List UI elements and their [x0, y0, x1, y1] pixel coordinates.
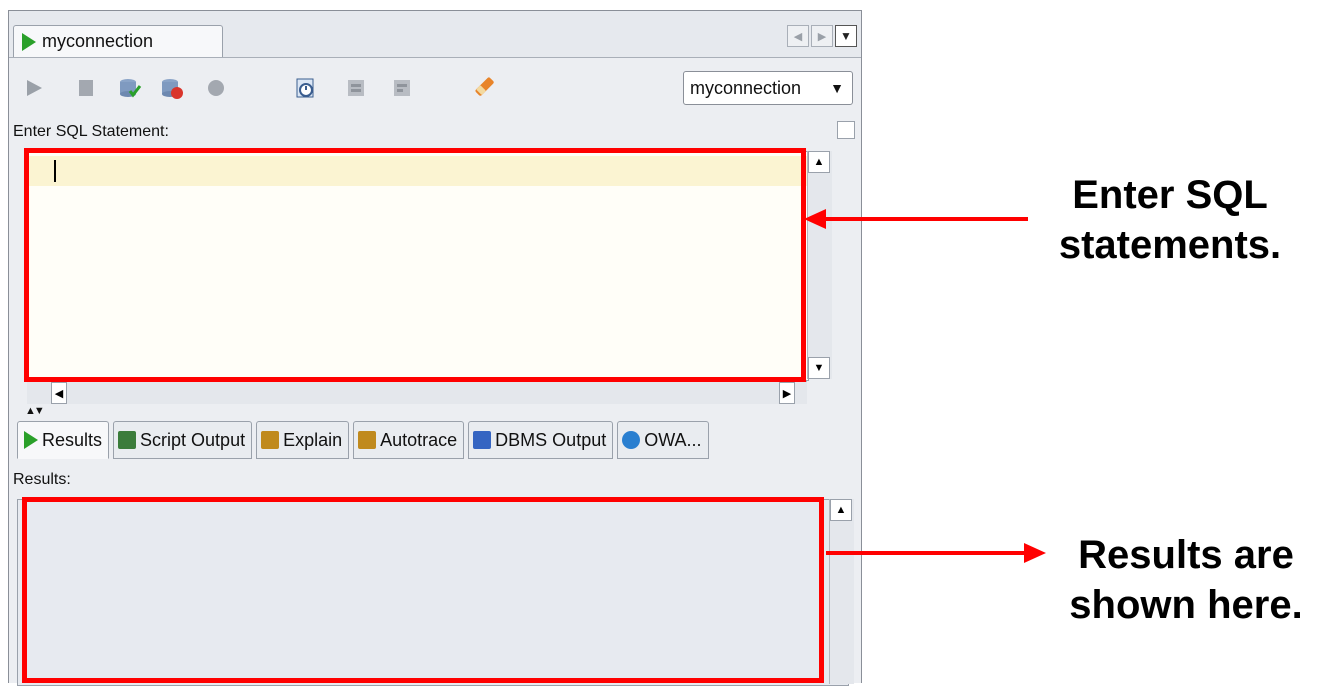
splitter-arrows-icon[interactable]: ▲▼ — [25, 405, 45, 417]
explain-plan-icon[interactable] — [343, 75, 369, 101]
scroll-right-icon[interactable]: ▶ — [779, 382, 795, 404]
scroll-up-icon[interactable]: ▲ — [830, 499, 852, 521]
results-label: Results: — [13, 471, 71, 488]
connection-value: myconnection — [690, 77, 802, 98]
tab-navigation: ◀ ▶ ▼ — [787, 25, 857, 47]
tab-myconnection[interactable]: myconnection — [13, 25, 223, 57]
editor-horizontal-scrollbar[interactable]: ◀ ▶ — [27, 381, 807, 404]
editor-label: Enter SQL Statement: — [13, 123, 169, 140]
autotrace-icon — [358, 431, 377, 449]
tab-label: Explain — [283, 429, 343, 450]
results-highlight-box — [22, 497, 824, 683]
results-note: Results are shown here. — [1030, 530, 1342, 630]
results-tab-bar: Results Script Output Explain Autotrace … — [17, 421, 709, 461]
editor-arrow-line — [818, 217, 1028, 221]
explain-icon — [261, 431, 280, 449]
script-icon — [118, 431, 137, 449]
tab-owa[interactable]: OWA... — [617, 421, 709, 459]
sql-history-icon[interactable] — [293, 75, 319, 101]
results-note-line1: Results are — [1078, 533, 1294, 577]
tab-label: myconnection — [42, 31, 154, 51]
connection-select[interactable]: myconnection ▼ — [683, 71, 853, 105]
cancel-icon[interactable] — [203, 75, 229, 101]
scroll-left-icon[interactable]: ◀ — [51, 382, 67, 404]
results-arrow-line — [826, 551, 1032, 555]
run-statement-icon[interactable] — [21, 75, 47, 101]
scroll-left-icon[interactable]: ◀ — [787, 25, 809, 47]
editor-note: Enter SQL statements. — [1000, 170, 1340, 270]
tab-autotrace[interactable]: Autotrace — [353, 421, 465, 459]
autotrace-icon[interactable] — [389, 75, 415, 101]
editor-note-line2: statements. — [1058, 223, 1282, 267]
chevron-down-icon: ▼ — [830, 80, 844, 96]
run-icon — [22, 32, 36, 51]
tab-script-output[interactable]: Script Output — [113, 421, 253, 459]
rollback-icon[interactable] — [159, 75, 185, 101]
clear-icon[interactable] — [473, 75, 499, 101]
tab-label: Autotrace — [380, 429, 458, 450]
editor-vertical-scrollbar[interactable]: ▲ ▼ — [807, 151, 832, 379]
tab-label: OWA... — [644, 429, 702, 450]
scroll-down-icon[interactable]: ▼ — [808, 357, 830, 379]
editor-checkbox[interactable] — [837, 121, 855, 139]
results-note-line2: shown here. — [1069, 583, 1303, 627]
results-vertical-scrollbar[interactable]: ▲ — [829, 499, 854, 684]
commit-icon[interactable] — [117, 75, 143, 101]
tab-explain[interactable]: Explain — [256, 421, 350, 459]
scroll-up-icon[interactable]: ▲ — [808, 151, 830, 173]
run-icon — [24, 431, 38, 449]
tab-label: DBMS Output — [495, 429, 607, 450]
editor-highlight-box — [24, 148, 806, 382]
tab-list-dropdown-icon[interactable]: ▼ — [835, 25, 857, 47]
tab-results[interactable]: Results — [17, 421, 110, 459]
dbms-icon — [473, 431, 492, 449]
tab-dbms-output[interactable]: DBMS Output — [468, 421, 614, 459]
tab-label: Results — [42, 429, 103, 450]
document-tab-strip: myconnection ◀ ▶ ▼ — [9, 11, 861, 58]
owa-icon — [622, 431, 641, 449]
arrow-left-icon — [804, 209, 826, 229]
run-script-icon[interactable] — [73, 75, 99, 101]
scroll-right-icon[interactable]: ▶ — [811, 25, 833, 47]
tab-label: Script Output — [140, 429, 246, 450]
editor-note-line1: Enter SQL — [1072, 173, 1268, 217]
